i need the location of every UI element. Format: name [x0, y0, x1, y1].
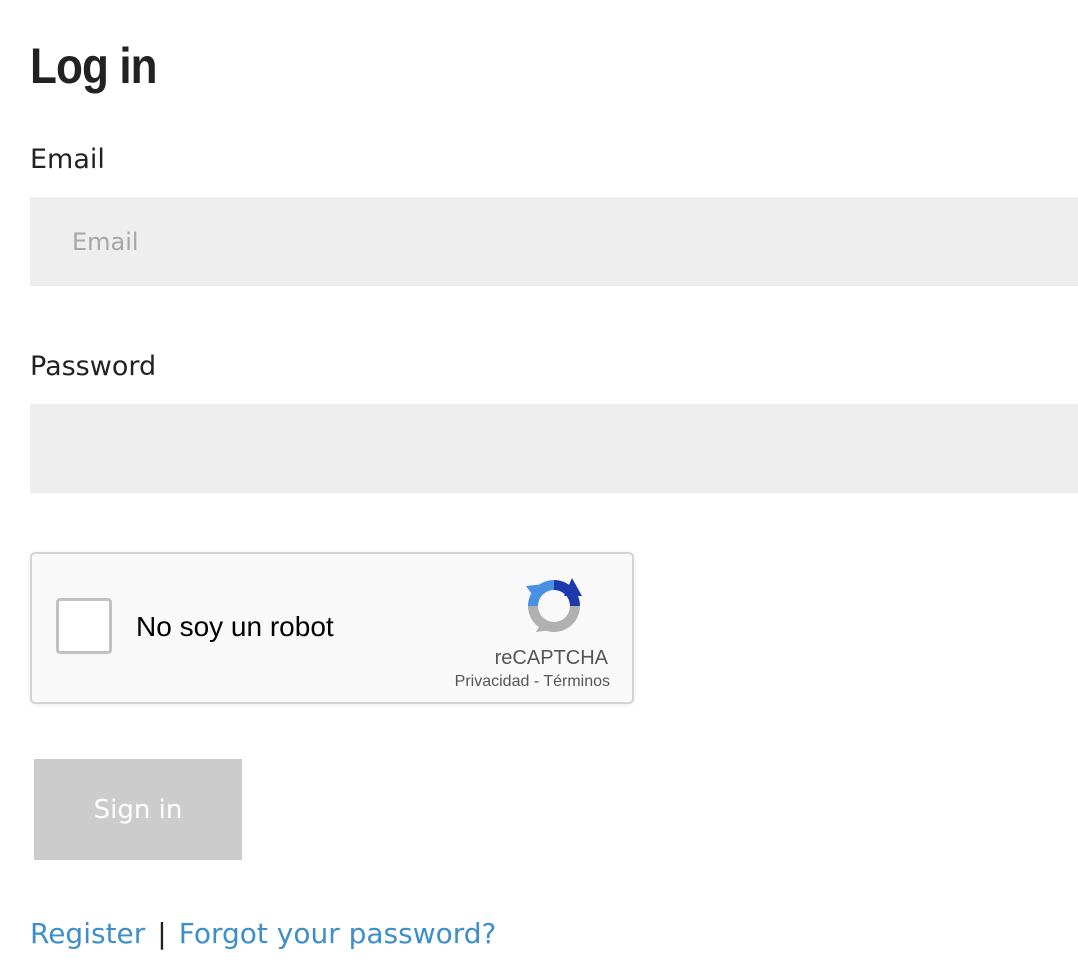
email-input[interactable]	[30, 197, 1078, 286]
recaptcha-brand: reCAPTCHA	[494, 647, 608, 669]
recaptcha-terms-link[interactable]: Términos	[543, 673, 610, 690]
password-label: Password	[30, 351, 157, 382]
sign-in-button[interactable]: Sign in	[34, 759, 242, 860]
recaptcha-logo-icon	[526, 578, 582, 632]
recaptcha-privacy-link[interactable]: Privacidad	[455, 673, 530, 690]
recaptcha-links-separator: -	[533, 673, 540, 690]
forgot-password-link[interactable]: Forgot your password?	[179, 917, 497, 950]
recaptcha-widget: No soy un robot reCAPTCHA Privacidad - T…	[30, 552, 634, 704]
footer-links-separator: |	[157, 917, 167, 950]
page-title: Log in	[30, 38, 158, 94]
footer-links: Register | Forgot your password?	[30, 915, 496, 953]
email-label: Email	[30, 144, 105, 175]
recaptcha-links: Privacidad - Términos	[455, 672, 610, 692]
recaptcha-checkbox-label: No soy un robot	[136, 611, 334, 642]
recaptcha-checkbox[interactable]	[56, 598, 112, 654]
password-input[interactable]	[30, 404, 1078, 493]
register-link[interactable]: Register	[30, 917, 145, 950]
